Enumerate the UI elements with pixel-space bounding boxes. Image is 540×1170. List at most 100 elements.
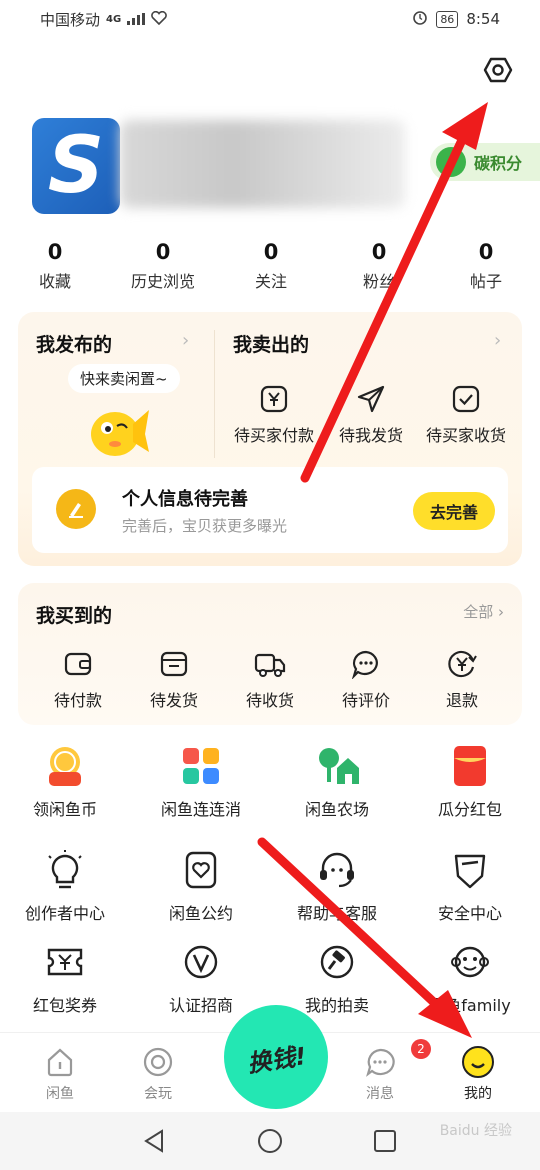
stat-label: 收藏 xyxy=(38,272,71,291)
bought-to-ship[interactable]: 待发货 xyxy=(124,647,224,711)
coin-signin-icon xyxy=(43,744,87,788)
stat-favorites[interactable]: 0 收藏 xyxy=(5,240,105,292)
sold-awaiting-receipt[interactable]: 待买家收货 xyxy=(416,382,516,446)
heart-status-icon xyxy=(151,10,168,29)
chevron-right-icon[interactable]: › xyxy=(182,330,189,351)
recents-square-icon[interactable] xyxy=(370,1126,400,1156)
order-label: 待发货 xyxy=(149,691,198,710)
avatar[interactable]: S xyxy=(32,118,120,214)
tab-messages[interactable]: 2 消息 xyxy=(340,1039,431,1103)
sell-prompt-bubble: 快来卖闲置~ xyxy=(68,364,180,393)
bought-title[interactable]: 我买到的 xyxy=(36,601,112,628)
tab-home[interactable]: 闲鱼 xyxy=(20,1045,100,1103)
bought-refund[interactable]: 退款 xyxy=(412,647,512,711)
chevron-right-icon[interactable]: › xyxy=(494,330,501,351)
stat-label: 粉丝 xyxy=(362,272,395,291)
verified-v-icon xyxy=(179,940,223,984)
service-label: 安全中心 xyxy=(437,904,502,923)
network-label: 4G xyxy=(106,14,122,25)
fish-mascot-icon[interactable] xyxy=(83,394,153,464)
service-coins[interactable]: 领闲鱼币 xyxy=(0,744,130,820)
settings-button[interactable] xyxy=(478,52,518,92)
service-vouchers[interactable]: 红包奖券 xyxy=(0,940,130,1016)
smile-face-icon xyxy=(461,1045,495,1079)
heart-doc-icon xyxy=(179,848,223,892)
play-circle-icon xyxy=(141,1045,175,1079)
bulb-icon xyxy=(43,848,87,892)
status-bar: 中国移动 4G 86 8:54 xyxy=(0,0,540,38)
service-label: 领闲鱼币 xyxy=(32,800,97,819)
stat-followers[interactable]: 0 粉丝 xyxy=(329,240,429,292)
paper-plane-icon xyxy=(354,382,388,416)
refund-icon xyxy=(445,647,479,681)
bought-to-review[interactable]: 待评价 xyxy=(316,647,416,711)
service-certification[interactable]: 认证招商 xyxy=(136,940,266,1016)
edit-pen-icon xyxy=(56,489,96,529)
tab-play[interactable]: 会玩 xyxy=(118,1045,198,1103)
points-label: 碳积分 xyxy=(474,154,523,173)
complete-profile-button[interactable]: 去完善 xyxy=(413,492,495,530)
banner-title: 个人信息待完善 xyxy=(122,489,248,510)
message-count-badge: 2 xyxy=(411,1039,431,1059)
stat-value: 0 xyxy=(155,240,171,264)
order-label: 待付款 xyxy=(53,691,102,710)
service-label: 红包奖券 xyxy=(32,996,97,1015)
published-title[interactable]: 我发布的 xyxy=(36,330,112,357)
view-all-link[interactable]: 全部 › xyxy=(463,601,504,622)
stat-label: 历史浏览 xyxy=(130,272,195,291)
tab-me[interactable]: 我的 xyxy=(438,1045,518,1103)
ticket-icon xyxy=(43,940,87,984)
order-label: 退款 xyxy=(445,691,478,710)
tab-label: 会玩 xyxy=(144,1086,172,1102)
bottom-nav: 闲鱼 会玩 换钱! 2 消息 我的 xyxy=(0,1005,540,1110)
carrier-label: 中国移动 xyxy=(40,11,101,29)
service-label: 帮助与客服 xyxy=(296,904,377,923)
stat-label: 帖子 xyxy=(469,272,502,291)
service-label: 闲鱼连连消 xyxy=(160,800,241,819)
stat-value: 0 xyxy=(263,240,279,264)
service-security[interactable]: 安全中心 xyxy=(405,848,535,924)
stat-label: 关注 xyxy=(254,272,287,291)
sold-to-ship[interactable]: 待我发货 xyxy=(321,382,421,446)
stat-following[interactable]: 0 关注 xyxy=(221,240,321,292)
service-label: 闲鱼公约 xyxy=(168,904,233,923)
monkey-icon xyxy=(448,940,492,984)
farm-icon xyxy=(315,744,359,788)
sold-title[interactable]: 我卖出的 xyxy=(233,330,309,357)
service-red-packet[interactable]: 瓜分红包 xyxy=(405,744,535,820)
service-creator-center[interactable]: 创作者中心 xyxy=(0,848,130,924)
bought-to-pay[interactable]: 待付款 xyxy=(28,647,128,711)
stat-posts[interactable]: 0 帖子 xyxy=(436,240,536,292)
stat-history[interactable]: 0 历史浏览 xyxy=(113,240,213,292)
tab-label: 消息 xyxy=(366,1086,394,1102)
service-label: 闲鱼family xyxy=(429,996,511,1015)
service-family[interactable]: 闲鱼family xyxy=(405,940,535,1016)
service-auction[interactable]: 我的拍卖 xyxy=(272,940,402,1016)
back-triangle-icon[interactable] xyxy=(139,1126,169,1156)
service-match-game[interactable]: 闲鱼连连消 xyxy=(136,744,266,820)
profile-incomplete-banner[interactable]: 个人信息待完善 完善后，宝贝获更多曝光 去完善 xyxy=(32,467,508,553)
package-icon xyxy=(157,647,191,681)
gavel-icon xyxy=(315,940,359,984)
order-label: 待我发货 xyxy=(338,426,403,445)
leaf-icon xyxy=(436,147,466,177)
selling-card: 我发布的 › 快来卖闲置~ 我卖出的 › 待买家付款 待我发货 待买家收货 个人… xyxy=(18,312,522,566)
wallet-icon xyxy=(61,647,95,681)
service-farm[interactable]: 闲鱼农场 xyxy=(272,744,402,820)
service-convention[interactable]: 闲鱼公约 xyxy=(136,848,266,924)
home-icon xyxy=(43,1045,77,1079)
headset-icon xyxy=(315,848,359,892)
home-circle-icon[interactable] xyxy=(255,1126,285,1156)
center-sell-button[interactable]: 换钱! xyxy=(224,1005,328,1109)
username-blurred xyxy=(120,120,405,208)
bought-to-receive[interactable]: 待收货 xyxy=(220,647,320,711)
tab-label: 闲鱼 xyxy=(46,1086,74,1102)
view-all-label: 全部 xyxy=(463,603,494,621)
truck-icon xyxy=(253,647,287,681)
stat-value: 0 xyxy=(371,240,387,264)
watermark: Baidu 经验 xyxy=(439,1123,512,1139)
service-help[interactable]: 帮助与客服 xyxy=(272,848,402,924)
sold-awaiting-payment[interactable]: 待买家付款 xyxy=(224,382,324,446)
carbon-points-badge[interactable]: 碳积分 xyxy=(430,143,540,181)
order-label: 待买家收货 xyxy=(425,426,506,445)
